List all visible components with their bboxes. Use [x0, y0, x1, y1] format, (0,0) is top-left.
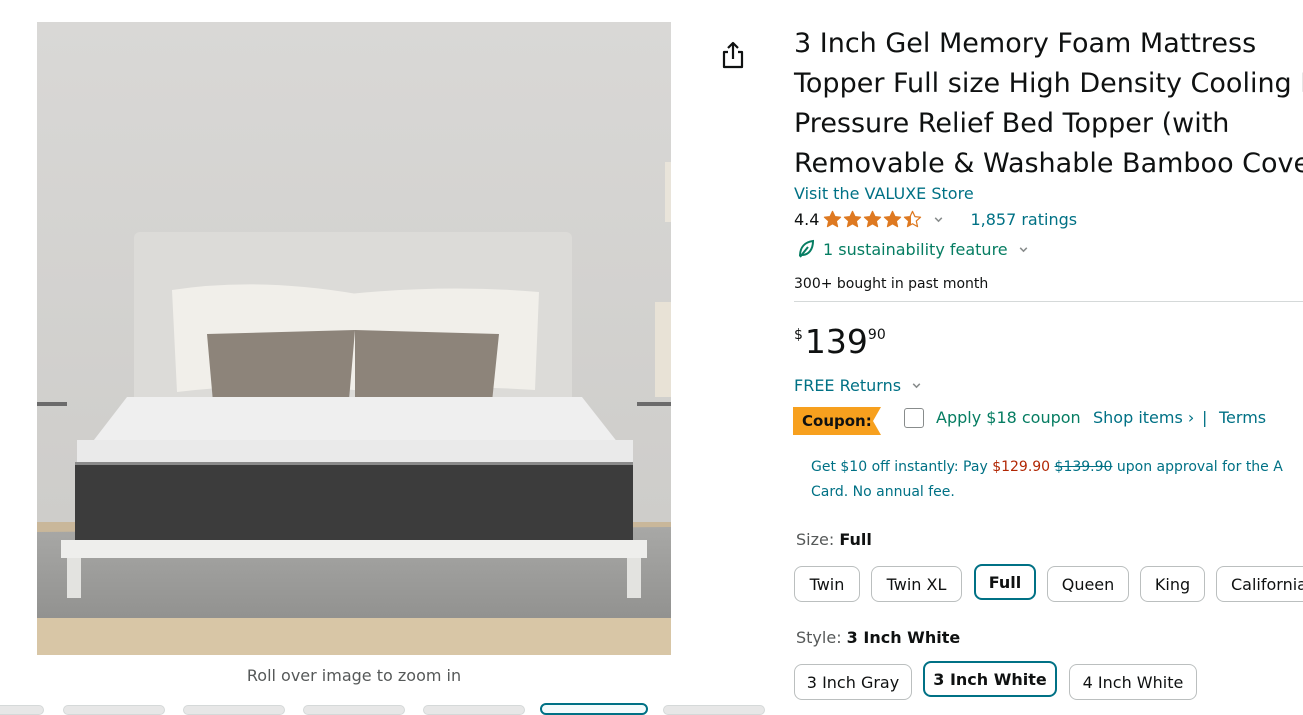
style-label: Style: 3 Inch White [796, 628, 960, 647]
thumbnail-active[interactable] [540, 703, 648, 715]
divider [794, 301, 1303, 302]
thumbnail[interactable] [663, 705, 765, 715]
ratings-count-link[interactable]: 1,857 ratings [970, 210, 1077, 229]
size-selected: Full [839, 530, 872, 549]
rating-value: 4.4 [794, 209, 820, 229]
style-option-3-inch-gray[interactable]: 3 Inch Gray [794, 664, 912, 700]
coupon-badge: Coupon: [793, 407, 883, 435]
star-full-icon [884, 210, 902, 227]
sustainability-label[interactable]: 1 sustainability feature [823, 240, 1008, 259]
promo-suffix: upon approval for the A [1112, 459, 1283, 475]
promo-prefix: Get $10 off instantly: Pay [811, 459, 993, 475]
chevron-down-icon[interactable] [1018, 244, 1029, 255]
coupon-label: Coupon: [802, 412, 872, 430]
coupon-checkbox[interactable] [904, 408, 924, 428]
thumbnail-strip [0, 703, 770, 715]
chevron-down-icon[interactable] [933, 214, 944, 225]
zoom-hint: Roll over image to zoom in [246, 666, 462, 685]
apply-coupon-label[interactable]: Apply $18 coupon [936, 408, 1081, 427]
thumbnail[interactable] [423, 705, 525, 715]
style-option-4-inch-white[interactable]: 4 Inch White [1069, 664, 1197, 700]
size-label: Size: Full [796, 530, 872, 549]
product-title: 3 Inch Gel Memory Foam Mattress Topper F… [794, 28, 1303, 179]
promo-line2: Card. No annual fee. [811, 484, 955, 500]
shop-items-link[interactable]: Shop items › [1093, 408, 1194, 427]
rating-stars[interactable] [823, 210, 923, 229]
star-full-icon [824, 210, 842, 227]
size-option-king[interactable]: King [1140, 566, 1205, 602]
coupon-terms-link[interactable]: Terms [1219, 408, 1266, 427]
thumbnail[interactable] [63, 705, 165, 715]
store-link[interactable]: Visit the VALUXE Store [794, 184, 974, 203]
product-main-image[interactable] [37, 22, 671, 655]
sustainability-feature[interactable]: 1 sustainability feature [797, 238, 1029, 260]
star-full-icon [864, 210, 882, 227]
size-option-queen[interactable]: Queen [1047, 566, 1129, 602]
leaf-icon [799, 239, 815, 258]
size-option-full[interactable]: Full [974, 564, 1036, 600]
thumbnail[interactable] [0, 705, 44, 715]
price-whole: 139 [804, 322, 868, 361]
star-full-icon [844, 210, 862, 227]
style-label-text: Style: [796, 628, 847, 647]
size-option-twin[interactable]: Twin [794, 566, 860, 602]
star-half-icon [904, 210, 922, 227]
free-returns-link[interactable]: FREE Returns [794, 376, 901, 395]
chevron-down-icon[interactable] [911, 380, 922, 391]
size-label-text: Size: [796, 530, 840, 549]
size-option-california[interactable]: California [1216, 566, 1303, 602]
share-icon [722, 41, 744, 69]
thumbnail[interactable] [183, 705, 285, 715]
price-fraction: 90 [867, 327, 886, 343]
thumbnail[interactable] [303, 705, 405, 715]
style-option-3-inch-white[interactable]: 3 Inch White [923, 661, 1057, 697]
price-symbol: $ [794, 327, 803, 343]
free-returns[interactable]: FREE Returns [794, 376, 922, 395]
style-selected: 3 Inch White [846, 628, 961, 647]
coupon-separator: | [1202, 408, 1208, 427]
promo-new-price: $129.90 [992, 459, 1051, 475]
bought-in-past-month: 300+ bought in past month [794, 276, 989, 292]
card-promo[interactable]: Get $10 off instantly: Pay $129.90 $139.… [811, 455, 1303, 505]
price: $ 139 90 [794, 322, 886, 362]
share-button[interactable] [720, 40, 746, 70]
size-option-twin-xl[interactable]: Twin XL [871, 566, 962, 602]
promo-old-price: $139.90 [1054, 459, 1113, 475]
rating-row: 4.4 1,857 ratings [794, 208, 1077, 230]
